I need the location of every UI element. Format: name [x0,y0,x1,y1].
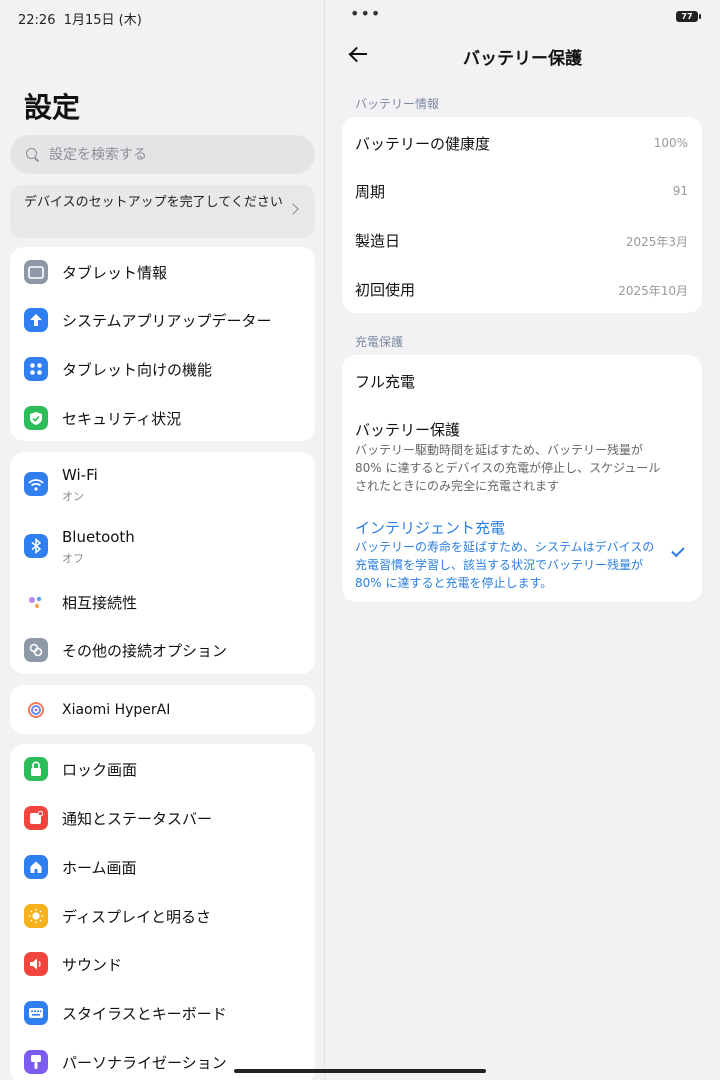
sidebar-item-wifi[interactable]: Wi-Fi オン [10,460,315,508]
sidebar-item-label: Bluetooth [62,528,135,546]
option-description: バッテリーの寿命を延ばすため、システムはデバイスの充電習慣を学習し、該当する状況… [355,540,655,590]
tablet-icon [24,260,48,284]
battery-icon: 77 [676,11,701,22]
sidebar-item-label: ロック画面 [62,760,138,779]
sidebar-item-tablet-features[interactable]: タブレット向けの機能 [10,345,315,393]
option-title: フル充電 [355,373,416,391]
page-title: 設定 [24,91,81,124]
sidebar-item-interconnectivity[interactable]: 相互接続性 [10,578,315,626]
battery-info-card: バッテリーの健康度 100% 周期 91 製造日 2025年3月 初回使用 20… [342,117,702,313]
option-title: インテリジェント充電 [355,519,506,537]
charge-protection-card: フル充電 バッテリー保護 バッテリー駆動時間を延ばすため、バッテリー残量が 80… [342,355,702,602]
info-row-health: バッテリーの健康度 100% [342,119,702,167]
wifi-icon [24,472,48,496]
sidebar-item-hyperai[interactable]: Xiaomi HyperAI [10,686,315,734]
chevron-right-icon [287,203,299,215]
wifi-status: オン [62,490,84,503]
sidebar-item-label: Wi-Fi [62,466,98,484]
arrow-up-icon [24,308,48,332]
sidebar-item-label: システムアプリアップデーター [62,311,272,330]
sidebar-item-label: 通知とステータスバー [62,809,213,828]
more-dots-icon: ••• [350,4,382,23]
status-time: 22:26 1月15日 (木) [18,9,142,28]
search-input[interactable] [49,146,299,163]
sidebar-item-bluetooth[interactable]: Bluetooth オフ [10,522,315,570]
sidebar-item-label: パーソナライゼーション [62,1053,227,1072]
option-intelligent-charging[interactable]: インテリジェント充電 バッテリーの寿命を延ばすため、システムはデバイスの充電習慣… [342,507,702,597]
sidebar-item-label: スタイラスとキーボード [62,1004,227,1023]
sidebar-item-home-screen[interactable]: ホーム画面 [10,843,315,891]
option-title: バッテリー保護 [355,421,461,439]
sidebar-item-security-status[interactable]: セキュリティ状況 [10,394,315,442]
search-icon [26,147,40,162]
option-battery-protection[interactable]: バッテリー保護 バッテリー駆動時間を延ばすため、バッテリー残量が 80% に達す… [342,407,702,497]
sidebar-item-display[interactable]: ディスプレイと明るさ [10,892,315,940]
interconnect-icon [24,590,48,614]
sidebar-item-personalization[interactable]: パーソナライゼーション [10,1038,315,1080]
settings-group-device: タブレット情報 システムアプリアップデーター タブレット向けの機能 セキュリティ… [10,247,315,441]
sidebar-item-other-connections[interactable]: その他の接続オプション [10,626,315,674]
date: 1月15日 (木) [63,13,142,28]
sidebar-item-label: サウンド [62,955,123,974]
bluetooth-icon [24,534,48,558]
clock: 22:26 [18,13,56,28]
info-value: 100% [653,136,688,150]
keyboard-icon [24,1001,48,1025]
info-row-first-use: 初回使用 2025年10月 [342,265,702,313]
settings-pane: 22:26 1月15日 (木) 設定 デバイスのセットアップを完了してください … [0,0,324,1080]
setup-banner-text: デバイスのセットアップを完了してください [24,195,283,210]
search-bar[interactable] [10,135,315,174]
info-value: 91 [672,184,688,198]
checkmark-icon [671,543,685,558]
sidebar-item-label: ホーム画面 [62,858,137,877]
section-battery-info: バッテリー情報 [355,97,440,111]
info-value: 2025年3月 [625,235,688,249]
home-icon [24,855,48,879]
sidebar-item-sound[interactable]: サウンド [10,940,315,988]
info-value: 2025年10月 [618,284,688,298]
setup-banner[interactable]: デバイスのセットアップを完了してください [10,185,315,238]
sidebar-item-lock-screen[interactable]: ロック画面 [10,745,315,793]
paintbrush-icon [24,1050,48,1074]
sidebar-item-system-app-updater[interactable]: システムアプリアップデーター [10,296,315,344]
sidebar-item-label: セキュリティ状況 [62,409,182,428]
detail-title: バッテリー保護 [463,49,582,69]
bluetooth-status: オフ [62,552,84,565]
option-description: バッテリー駆動時間を延ばすため、バッテリー残量が 80% に達するとデバイスの充… [355,443,661,493]
lock-icon [24,757,48,781]
settings-group-ai: Xiaomi HyperAI [10,685,315,734]
info-key: バッテリーの健康度 [355,135,491,153]
settings-group-connectivity: Wi-Fi オン Bluetooth オフ 相互接続性 その他の接続オプション [10,452,315,674]
sidebar-item-notifications[interactable]: 通知とステータスバー [10,794,315,842]
notification-icon [24,806,48,830]
info-key: 製造日 [355,232,401,250]
info-key: 周期 [355,183,386,201]
info-row-manufacture-date: 製造日 2025年3月 [342,216,702,264]
sidebar-item-label: 相互接続性 [62,593,138,612]
speaker-icon [24,952,48,976]
info-row-cycle: 周期 91 [342,167,702,215]
sidebar-item-label: タブレット情報 [62,263,168,282]
shield-check-icon [24,406,48,430]
section-charge-protection: 充電保護 [355,335,404,349]
grid-icon [24,357,48,381]
sun-icon [24,904,48,928]
sidebar-item-stylus-keyboard[interactable]: スタイラスとキーボード [10,989,315,1037]
settings-group-personalization: ロック画面 通知とステータスバー ホーム画面 ディスプレイと明るさ サウンド ス… [10,744,315,1080]
sidebar-item-label: ディスプレイと明るさ [62,907,211,926]
link-icon [24,638,48,662]
info-key: 初回使用 [355,281,416,299]
sidebar-item-label: Xiaomi HyperAI [62,702,171,718]
sidebar-item-label: その他の接続オプション [62,641,228,660]
option-full-charge[interactable]: フル充電 [342,355,702,405]
sidebar-item-label: タブレット向けの機能 [62,360,213,379]
hyperai-icon [24,698,48,722]
home-indicator[interactable] [234,1069,486,1073]
sidebar-item-tablet-info[interactable]: タブレット情報 [10,248,315,296]
